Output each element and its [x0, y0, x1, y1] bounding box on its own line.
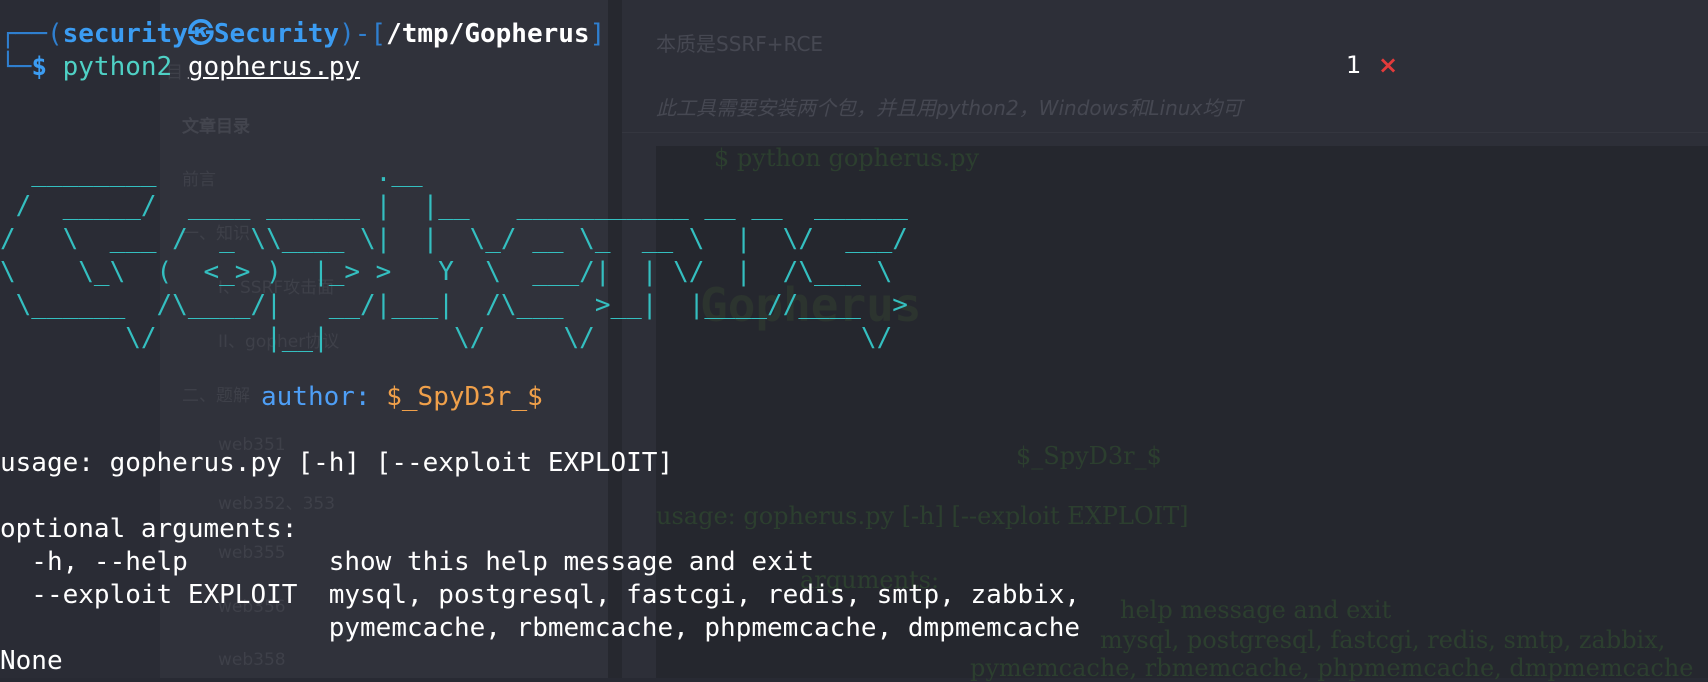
- terminal-window[interactable]: ┌──(security㉿Security)-[/tmp/Gopherus] └…: [0, 0, 1708, 678]
- author-line: author: $_SpyD3r_$: [261, 381, 543, 414]
- author-label: author:: [261, 382, 371, 412]
- command-name: python2: [62, 52, 173, 82]
- prompt-path: /tmp/Gopherus: [386, 19, 590, 49]
- close-icon[interactable]: ×: [1378, 51, 1398, 79]
- prompt-user-host: security㉿Security: [62, 19, 340, 49]
- gopherus-ascii-banner: ________ .__ / _____/ ____ ______ | |__ …: [0, 158, 908, 353]
- author-name: $_SpyD3r_$: [386, 382, 543, 412]
- help-option-line: -h, --help show this help message and ex…: [0, 547, 814, 577]
- exploit-option-line: --exploit EXPLOIT mysql, postgresql, fas…: [0, 580, 1081, 610]
- exploit-option-continued: pymemcache, rbmemcache, phpmemcache, dmp…: [0, 613, 1081, 643]
- prompt-dollar: $: [31, 52, 47, 82]
- prompt-box-end: ]: [589, 19, 606, 49]
- prompt-line-1: ┌──(security㉿Security)-[/tmp/Gopherus]: [0, 18, 605, 51]
- notification-count: 1: [1346, 51, 1362, 79]
- prompt-box-bottom: └─: [0, 52, 32, 82]
- optional-arguments-header: optional arguments:: [0, 514, 298, 544]
- prompt-line-2: └─$ python2 gopherus.py: [0, 51, 360, 84]
- command-file[interactable]: gopherus.py: [188, 52, 360, 82]
- prompt-box-top: ┌──(: [0, 19, 63, 49]
- usage-line: usage: gopherus.py [-h] [--exploit EXPLO…: [0, 448, 674, 478]
- result-output: None: [0, 646, 63, 676]
- prompt-box-mid: )-[: [339, 19, 387, 49]
